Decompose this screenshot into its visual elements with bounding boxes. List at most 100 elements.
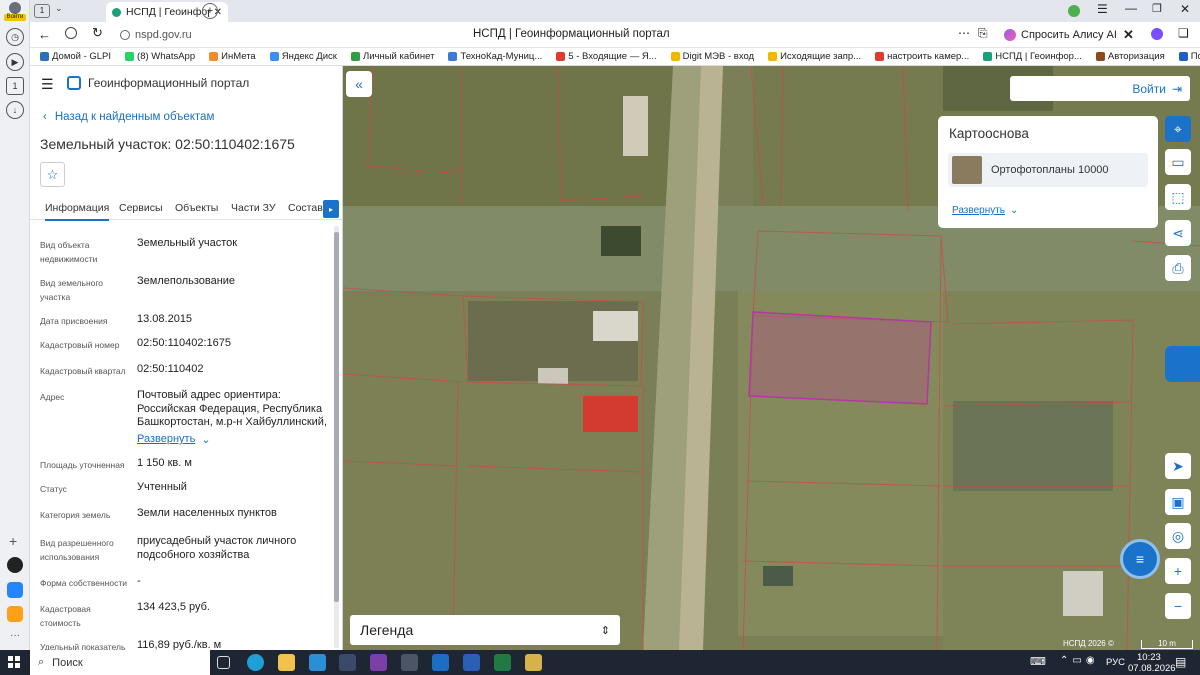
expand-address-link[interactable]: Развернуть ⌄ [137,433,211,446]
close-window-icon[interactable]: ✕ [1180,2,1190,16]
profile-avatar[interactable]: Войти [4,2,26,22]
history-icon[interactable]: ◷ [6,28,24,46]
bookmark-item[interactable]: Исходящие запр... [768,51,861,62]
bookmark-item[interactable]: Яндекс Диск [269,51,337,62]
field-value: 1 150 кв. м [137,457,192,469]
tab-0[interactable]: Информация [45,202,110,221]
field-label: Статус [40,484,67,494]
calculator-icon[interactable] [401,654,418,671]
legend-dropdown[interactable]: Легенда ⇕ [350,615,620,645]
copy-icon[interactable]: ❏ [1178,26,1189,40]
minimize-icon[interactable]: — [1125,1,1137,15]
bookmark-favicon-icon [670,52,680,61]
basemap-card: Картооснова Ортофотопланы 10000 Разверну… [938,116,1158,228]
mail-app-icon[interactable] [7,606,23,622]
clock-time[interactable]: 10:23 [1137,652,1161,663]
tab-3[interactable]: Части ЗУ [231,202,276,219]
print-icon[interactable]: ⎙ [1165,255,1191,281]
field-value: 02:50:110402 [137,363,204,375]
login-button[interactable]: Войти ⇥ [1010,76,1190,101]
clock-date[interactable]: 07.08.2026 [1128,663,1176,674]
field-label: Категория земель [40,510,111,520]
more-icon[interactable]: ··· [10,630,20,641]
ruler-icon[interactable]: ▭ [1165,149,1191,175]
calendar-app-icon[interactable] [370,654,387,671]
bookmark-item[interactable]: Домой - GLPI [40,51,111,62]
url-input[interactable]: nspd.gov.ru [120,26,270,44]
bookmark-item[interactable]: 5 - Входящие — Я... [556,51,657,62]
tab-2[interactable]: Объекты [175,202,218,219]
alice-button[interactable]: Спросить Алису AI [998,25,1123,45]
basemap-expand-link[interactable]: Развернуть ⌄ [952,205,1018,216]
back-link[interactable]: ‹ Назад к найденным объектам [43,111,214,123]
geolocation-icon[interactable]: ◎ [1165,523,1191,549]
bookmark-item[interactable]: ТехноКад-Муниц... [448,51,542,62]
word-icon[interactable] [463,654,480,671]
zoom-out-button[interactable]: − [1165,593,1191,619]
bookmark-item[interactable]: Личный кабинет [350,51,434,62]
bookmark-item[interactable]: ИнМета [209,51,256,62]
tabs-scroll-right-button[interactable]: ▸ [323,200,339,218]
notifications-icon[interactable]: ▤ [1175,655,1186,669]
favorite-button[interactable]: ☆ [40,162,65,187]
basemap-option[interactable]: Ортофотопланы 10000 [948,153,1148,187]
task-view-icon[interactable] [217,656,230,669]
app-l-icon[interactable] [309,654,326,671]
map-view[interactable]: « Войти ⇥ Картооснова Ортофотопланы 1000… [343,66,1200,650]
chat-icon: ≡ [1135,551,1145,567]
select-area-icon[interactable]: ⬚ [1165,184,1191,210]
more-options-icon[interactable]: ⋯ [958,26,970,40]
explorer-icon[interactable] [278,654,295,671]
hamburger-menu-icon[interactable]: ☰ [41,76,54,93]
bookmark-icon[interactable]: ⎘ [978,26,988,41]
bookmark-item[interactable]: Digit МЭВ - вход [670,51,754,62]
windows-start-icon[interactable] [8,656,20,668]
zoom-in-button[interactable]: + [1165,558,1191,584]
layers-tool-button[interactable]: ⌖ [1165,116,1191,142]
menu-icon[interactable]: ☰ [1097,2,1108,16]
extension-color-icon[interactable] [1151,28,1163,40]
tray-icons[interactable]: ⌃▭◉ [1060,655,1099,666]
shield-icon[interactable] [65,27,77,39]
navigate-icon[interactable]: ➤ [1165,453,1191,479]
bookmark-item[interactable]: Авторизация [1095,51,1165,62]
maximize-icon[interactable]: ❐ [1152,2,1162,15]
edge-icon[interactable] [247,654,264,671]
tab-counter[interactable]: 1 [34,4,50,18]
picture-icon[interactable]: ▣ [1165,489,1191,515]
bookmark-label: Авторизация [1107,51,1165,62]
language-indicator[interactable]: РУС [1106,657,1125,668]
play-icon[interactable]: ▶ [6,53,24,71]
site-info-icon[interactable] [120,30,130,40]
yandex-icon[interactable] [1068,5,1080,17]
taskbar-search[interactable]: ⌕ Поиск [30,650,210,675]
chat-button[interactable]: ≡ [1120,539,1160,579]
back-icon[interactable]: ← [38,27,51,42]
collapse-panel-button[interactable]: « [346,71,372,97]
add-icon[interactable]: + [9,533,17,549]
download-icon[interactable]: ↓ [6,101,24,119]
new-tab-icon[interactable]: + [202,3,218,19]
tab-1[interactable]: Сервисы [119,202,163,219]
tab-number-icon[interactable]: 1 [6,77,24,95]
extension-icon[interactable]: ✕ [1123,27,1134,43]
app-icon-last[interactable] [525,654,542,671]
share-icon[interactable]: ⋖ [1165,220,1191,246]
yandex-browser-icon[interactable] [339,654,356,671]
app-icon-dark[interactable] [7,557,23,573]
tab-4[interactable]: Состав [288,202,323,219]
scrollbar[interactable] [334,226,339,648]
tabs-dropdown-icon[interactable]: ⌄ [55,3,63,14]
field-value: 134 423,5 руб. [137,601,210,613]
reload-icon[interactable]: ↻ [92,25,103,41]
app-icon-blue[interactable] [7,582,23,598]
bookmark-item[interactable]: настроить камер... [875,51,969,62]
keyboard-icon[interactable]: ⌨ [1030,655,1046,668]
excel-icon[interactable] [494,654,511,671]
bookmark-item[interactable]: НСПД | Геоинфор... [983,51,1082,62]
bookmark-item[interactable]: (8) WhatsApp [125,51,195,62]
bookmark-item[interactable]: Почта России - М... [1178,51,1200,62]
assistant-icon[interactable] [1165,346,1200,382]
outlook-icon[interactable] [432,654,449,671]
scrollbar-thumb[interactable] [334,232,339,602]
